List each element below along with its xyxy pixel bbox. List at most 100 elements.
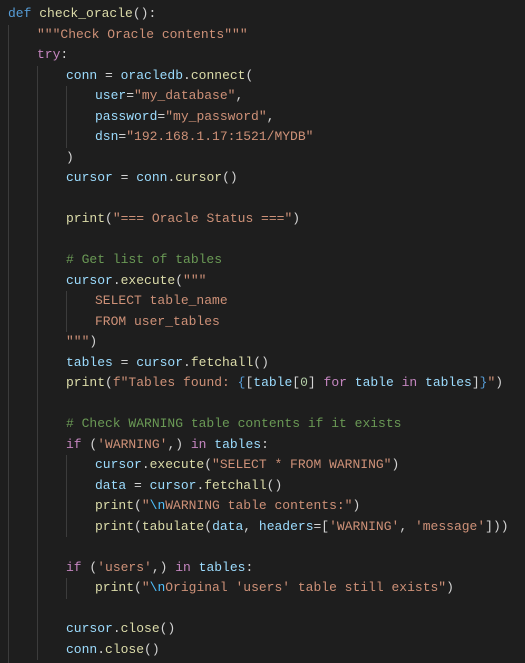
indent-guide: [8, 517, 9, 538]
token: [417, 375, 425, 390]
code-line[interactable]: if ('WARNING',) in tables:: [0, 435, 525, 456]
token: ": [142, 580, 150, 595]
code-text: # Get list of tables: [66, 250, 222, 271]
token: (: [82, 560, 98, 575]
token: 0: [300, 375, 308, 390]
code-text: print("=== Oracle Status ==="): [66, 209, 300, 230]
token: =: [97, 68, 120, 83]
token: ,): [167, 437, 190, 452]
code-line[interactable]: [0, 599, 525, 620]
token: in: [175, 560, 191, 575]
code-line[interactable]: user="my_database",: [0, 86, 525, 107]
code-line[interactable]: conn.close(): [0, 640, 525, 661]
indent-guide: [8, 578, 9, 599]
code-line[interactable]: print("\nOriginal 'users' table still ex…: [0, 578, 525, 599]
code-line[interactable]: [0, 189, 525, 210]
code-text: conn = oracledb.connect(: [66, 66, 253, 87]
code-line[interactable]: [0, 537, 525, 558]
code-line[interactable]: print("=== Oracle Status ==="): [0, 209, 525, 230]
code-editor[interactable]: def check_oracle():"""Check Oracle conte…: [0, 0, 525, 663]
token: (: [134, 519, 142, 534]
indent-guide: [37, 435, 38, 456]
indent-guide: [37, 517, 38, 538]
token: in: [402, 375, 418, 390]
code-line[interactable]: cursor.close(): [0, 619, 525, 640]
code-line[interactable]: cursor.execute(""": [0, 271, 525, 292]
token: :: [245, 560, 253, 575]
code-line[interactable]: tables = cursor.fetchall(): [0, 353, 525, 374]
indent-guide: [37, 537, 38, 558]
code-text: if ('WARNING',) in tables:: [66, 435, 269, 456]
code-line[interactable]: password="my_password",: [0, 107, 525, 128]
indent-guide: [37, 271, 38, 292]
code-line[interactable]: if ('users',) in tables:: [0, 558, 525, 579]
indent-guide: [37, 578, 38, 599]
token: table: [355, 375, 394, 390]
code-text: tables = cursor.fetchall(): [66, 353, 269, 374]
token: if: [66, 437, 82, 452]
token: (): [253, 355, 269, 370]
indent-guide: [8, 373, 9, 394]
token: conn: [66, 642, 97, 657]
token: (: [105, 375, 113, 390]
indent-guide: [8, 148, 9, 169]
indent-guide: [66, 517, 67, 538]
code-line[interactable]: # Check WARNING table contents if it exi…: [0, 414, 525, 435]
token: def: [8, 6, 39, 21]
token: if: [66, 560, 82, 575]
token: ): [66, 150, 74, 165]
code-line[interactable]: [0, 394, 525, 415]
token: "SELECT * FROM WARNING": [212, 457, 391, 472]
token: print: [66, 375, 105, 390]
code-line[interactable]: try:: [0, 45, 525, 66]
indent-guide: [37, 599, 38, 620]
token: \n: [150, 498, 166, 513]
code-line[interactable]: data = cursor.fetchall(): [0, 476, 525, 497]
token: f"Tables found:: [113, 375, 238, 390]
token: close: [105, 642, 144, 657]
token: tables: [425, 375, 472, 390]
token: [394, 375, 402, 390]
token: "192.168.1.17:1521/MYDB": [126, 129, 313, 144]
token: .: [183, 355, 191, 370]
code-line[interactable]: cursor = conn.cursor(): [0, 168, 525, 189]
token: ,: [243, 519, 259, 534]
code-line[interactable]: SELECT table_name: [0, 291, 525, 312]
code-line[interactable]: print("\nWARNING table contents:"): [0, 496, 525, 517]
indent-guide: [37, 332, 38, 353]
token: table: [253, 375, 292, 390]
token: print: [95, 580, 134, 595]
code-line[interactable]: cursor.execute("SELECT * FROM WARNING"): [0, 455, 525, 476]
code-line[interactable]: """Check Oracle contents""": [0, 25, 525, 46]
token: conn: [136, 170, 167, 185]
code-line[interactable]: ): [0, 148, 525, 169]
code-line[interactable]: print(tabulate(data, headers=['WARNING',…: [0, 517, 525, 538]
token: data: [95, 478, 126, 493]
indent-guide: [37, 476, 38, 497]
code-line[interactable]: # Get list of tables: [0, 250, 525, 271]
token: cursor: [95, 457, 142, 472]
code-line[interactable]: """): [0, 332, 525, 353]
token: user: [95, 88, 126, 103]
token: cursor: [150, 478, 197, 493]
code-line[interactable]: conn = oracledb.connect(: [0, 66, 525, 87]
code-line[interactable]: [0, 230, 525, 251]
indent-guide: [8, 168, 9, 189]
token: 'message': [415, 519, 485, 534]
code-line[interactable]: FROM user_tables: [0, 312, 525, 333]
token: [191, 560, 199, 575]
indent-guide: [37, 312, 38, 333]
token: check_oracle: [39, 6, 133, 21]
indent-guide: [8, 599, 9, 620]
token: fetchall: [204, 478, 266, 493]
code-line[interactable]: def check_oracle():: [0, 4, 525, 25]
token: (): [267, 478, 283, 493]
token: tabulate: [142, 519, 204, 534]
indent-guide: [37, 189, 38, 210]
indent-guide: [8, 45, 9, 66]
token: close: [121, 621, 160, 636]
token: ): [391, 457, 399, 472]
code-line[interactable]: dsn="192.168.1.17:1521/MYDB": [0, 127, 525, 148]
code-text: """Check Oracle contents""": [37, 25, 248, 46]
code-line[interactable]: print(f"Tables found: {[table[0] for tab…: [0, 373, 525, 394]
